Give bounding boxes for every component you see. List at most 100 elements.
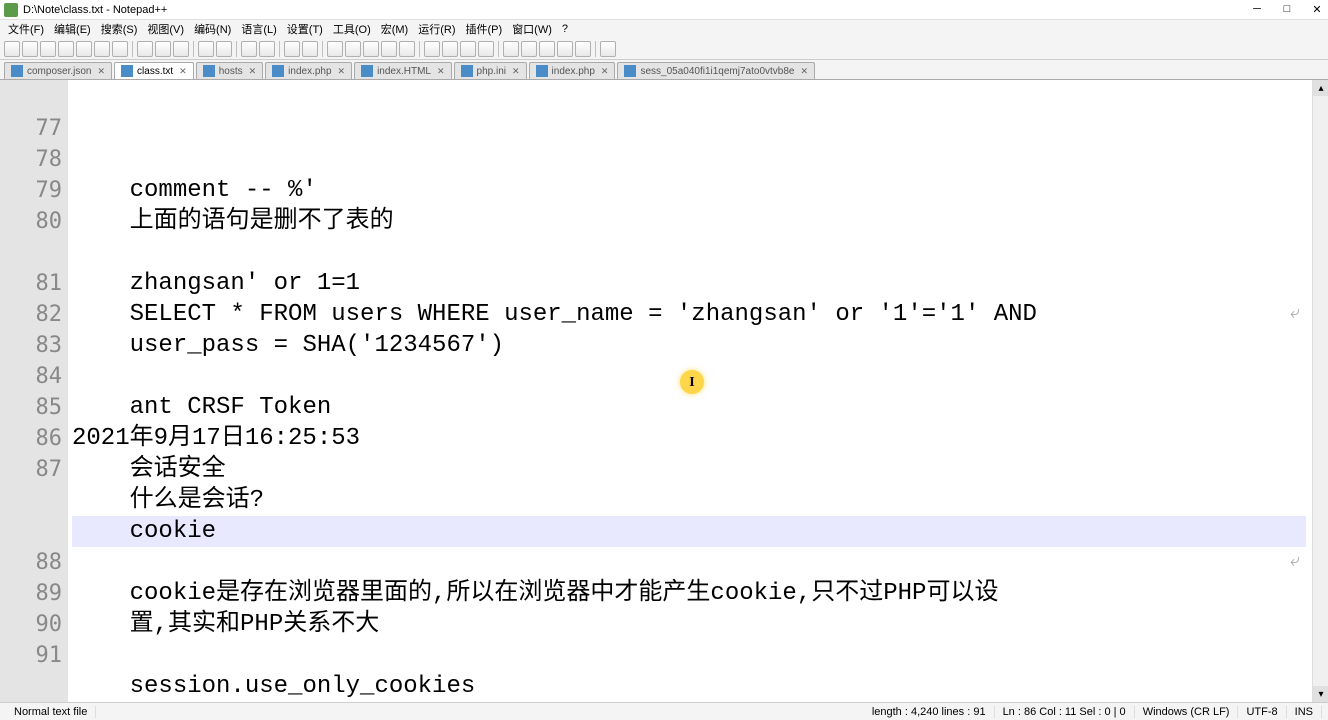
code-line[interactable]: cookie — [72, 516, 1306, 547]
app-icon — [4, 3, 18, 17]
menu-item[interactable]: 编码(N) — [190, 21, 235, 37]
save-all-icon[interactable] — [58, 41, 74, 57]
tab-close-icon[interactable]: ✕ — [437, 66, 445, 77]
menu-item[interactable]: 插件(P) — [462, 21, 507, 37]
code-line[interactable]: 2021年9月17日16:25:53 — [72, 423, 1306, 454]
tab[interactable]: php.ini ✕ — [454, 62, 527, 79]
tab[interactable]: class.txt ✕ — [114, 62, 194, 79]
vertical-scrollbar[interactable]: ▴ ▾ — [1312, 80, 1328, 702]
menu-item[interactable]: 工具(O) — [329, 21, 375, 37]
tab-close-icon[interactable]: ✕ — [800, 66, 808, 77]
menu-item[interactable]: 宏(M) — [377, 21, 413, 37]
close-icon[interactable] — [76, 41, 92, 57]
tab[interactable]: index.HTML✕ — [354, 62, 451, 79]
code-line[interactable]: 上面的语句是删不了表的 — [72, 206, 1306, 237]
wrap-indicator-icon: ⤶ — [1290, 299, 1300, 330]
macro-rep-icon[interactable] — [557, 41, 573, 57]
code-line[interactable] — [72, 640, 1306, 671]
tab-close-icon[interactable]: ✕ — [249, 66, 257, 77]
macro-save-icon[interactable] — [575, 41, 591, 57]
code-line[interactable]: cookie是存在浏览器里面的,所以在浏览器中才能产生cookie,只不过PHP… — [72, 578, 1306, 609]
menubar[interactable]: 文件(F)编辑(E)搜索(S)视图(V)编码(N)语言(L)设置(T)工具(O)… — [0, 20, 1328, 38]
macro-rec-icon[interactable] — [503, 41, 519, 57]
cursor-highlight-icon: I — [680, 370, 704, 394]
editor: 777879808182838485868788899091 I comment… — [0, 80, 1328, 702]
replace-icon[interactable] — [259, 41, 275, 57]
tab[interactable]: sess_05a040fi1i1qemj7ato0vtvb8e ✕ — [617, 62, 815, 79]
maximize-button[interactable]: □ — [1280, 3, 1294, 16]
menu-item[interactable]: 编辑(E) — [50, 21, 95, 37]
code-line[interactable]: SELECT * FROM users WHERE user_name = 'z… — [72, 299, 1306, 330]
tab-close-icon[interactable]: ✕ — [338, 66, 346, 77]
tab[interactable]: index.php✕ — [265, 62, 352, 79]
tab-close-icon[interactable]: ✕ — [179, 66, 187, 77]
spellcheck-icon[interactable] — [600, 41, 616, 57]
open-file-icon[interactable] — [22, 41, 38, 57]
code-line[interactable]: ⤶ — [72, 547, 1306, 578]
tab-label: php.ini — [477, 66, 506, 77]
menu-item[interactable]: 运行(R) — [414, 21, 459, 37]
code-line[interactable]: user_pass = SHA('1234567') — [72, 330, 1306, 361]
print-icon[interactable] — [112, 41, 128, 57]
cut-icon[interactable] — [137, 41, 153, 57]
code-line[interactable]: comment -- %' — [72, 175, 1306, 206]
statusbar: Normal text file length : 4,240 lines : … — [0, 702, 1328, 720]
code-line[interactable]: session.use_only_cookies — [72, 671, 1306, 702]
save-icon[interactable] — [40, 41, 56, 57]
toolbar-sep — [193, 41, 194, 57]
code-line[interactable]: 什么是会话? — [72, 485, 1306, 516]
toolbar — [0, 38, 1328, 60]
tab[interactable]: hosts✕ — [196, 62, 263, 79]
redo-icon[interactable] — [216, 41, 232, 57]
menu-item[interactable]: ? — [558, 23, 572, 35]
file-icon — [536, 65, 548, 77]
macro-stop-icon[interactable] — [521, 41, 537, 57]
code-line[interactable]: 置,其实和PHP关系不大 — [72, 609, 1306, 640]
code-line[interactable]: zhangsan' or 1=1 — [72, 268, 1306, 299]
menu-item[interactable]: 设置(T) — [283, 21, 327, 37]
tab-label: class.txt — [137, 66, 173, 77]
undo-icon[interactable] — [198, 41, 214, 57]
tab-label: sess_05a040fi1i1qemj7ato0vtvb8e — [640, 66, 794, 77]
file-icon — [361, 65, 373, 77]
scroll-down-icon[interactable]: ▾ — [1313, 686, 1328, 702]
allchars-icon[interactable] — [381, 41, 397, 57]
tool1-icon[interactable] — [424, 41, 440, 57]
tab[interactable]: composer.json✕ — [4, 62, 112, 79]
macro-play-icon[interactable] — [539, 41, 555, 57]
copy-icon[interactable] — [155, 41, 171, 57]
status-insert-mode: INS — [1287, 706, 1322, 718]
code-area[interactable]: I comment -- %' 上面的语句是删不了表的 zhangsan' or… — [68, 80, 1312, 702]
wrap-icon[interactable] — [363, 41, 379, 57]
sync-icon[interactable] — [327, 41, 343, 57]
sync2-icon[interactable] — [345, 41, 361, 57]
menu-item[interactable]: 语言(L) — [237, 21, 280, 37]
toolbar-sep — [279, 41, 280, 57]
close-all-icon[interactable] — [94, 41, 110, 57]
menu-item[interactable]: 文件(F) — [4, 21, 48, 37]
minimize-button[interactable]: ─ — [1250, 3, 1264, 16]
scroll-up-icon[interactable]: ▴ — [1313, 80, 1328, 96]
tool2-icon[interactable] — [442, 41, 458, 57]
toolbar-sep — [498, 41, 499, 57]
tab-close-icon[interactable]: ✕ — [601, 66, 609, 77]
menu-item[interactable]: 视图(V) — [143, 21, 188, 37]
find-icon[interactable] — [241, 41, 257, 57]
tool3-icon[interactable] — [460, 41, 476, 57]
close-button[interactable]: ✕ — [1310, 3, 1324, 16]
zoom-in-icon[interactable] — [284, 41, 300, 57]
tab-close-icon[interactable]: ✕ — [512, 66, 520, 77]
tabstrip[interactable]: composer.json✕class.txt✕hosts✕index.php✕… — [0, 60, 1328, 80]
code-line[interactable] — [72, 237, 1306, 268]
tab[interactable]: index.php✕ — [529, 62, 616, 79]
code-line[interactable]: 会话安全 — [72, 454, 1306, 485]
status-position: Ln : 86 Col : 11 Sel : 0 | 0 — [995, 706, 1135, 718]
zoom-out-icon[interactable] — [302, 41, 318, 57]
paste-icon[interactable] — [173, 41, 189, 57]
menu-item[interactable]: 窗口(W) — [508, 21, 556, 37]
tab-close-icon[interactable]: ✕ — [97, 66, 105, 77]
indent-icon[interactable] — [399, 41, 415, 57]
tool4-icon[interactable] — [478, 41, 494, 57]
new-file-icon[interactable] — [4, 41, 20, 57]
menu-item[interactable]: 搜索(S) — [97, 21, 142, 37]
